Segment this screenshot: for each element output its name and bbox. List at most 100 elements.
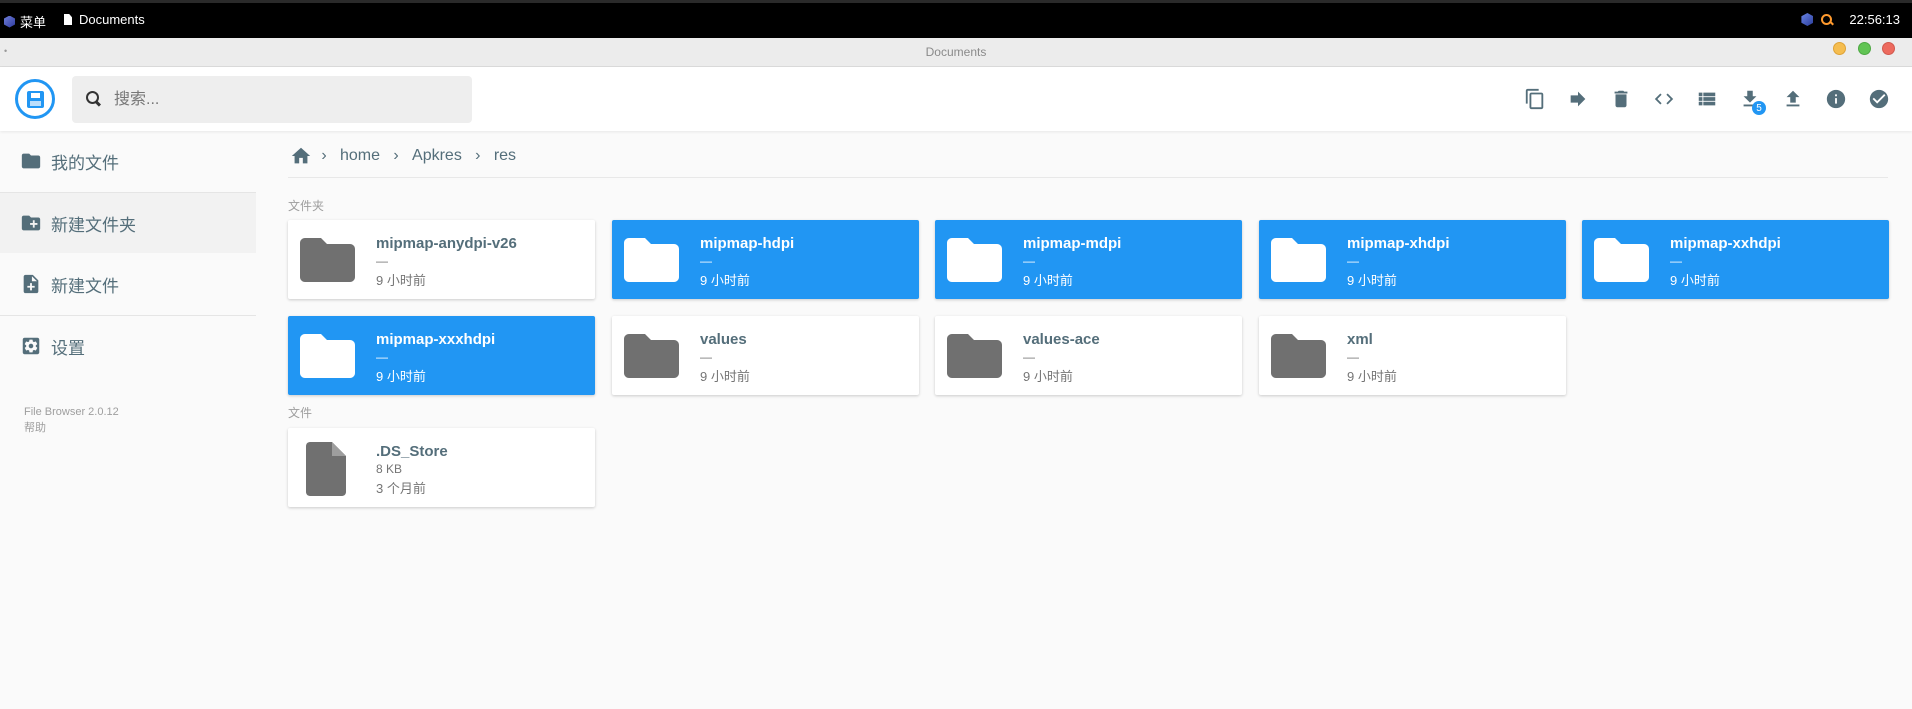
item-modified: 9 小时前 bbox=[700, 273, 750, 288]
view-mode-button[interactable] bbox=[1692, 84, 1722, 114]
maximize-button[interactable] bbox=[1858, 42, 1871, 55]
minimize-button[interactable] bbox=[1833, 42, 1846, 55]
sidebar-item-label: 新建文件 bbox=[51, 276, 119, 296]
folder-icon bbox=[624, 236, 679, 282]
folder-item[interactable]: mipmap-xxxhdpi — 9 小时前 bbox=[288, 316, 595, 395]
app-menu-icon bbox=[4, 15, 15, 28]
file-icon bbox=[306, 442, 350, 496]
breadcrumb-divider bbox=[288, 177, 1888, 178]
note-add-icon bbox=[20, 273, 42, 295]
download-button[interactable]: 5 bbox=[1735, 84, 1766, 115]
chevron-right-icon: › bbox=[393, 147, 399, 164]
sidebar-item-label: 设置 bbox=[51, 338, 85, 358]
select-button[interactable] bbox=[1864, 84, 1894, 114]
item-modified: 9 小时前 bbox=[376, 369, 426, 384]
window-titlebar: • Documents bbox=[0, 38, 1912, 67]
item-modified: 9 小时前 bbox=[1347, 273, 1397, 288]
sidebar-item-new-folder[interactable]: 新建文件夹 bbox=[0, 193, 256, 253]
item-modified: 9 小时前 bbox=[1347, 369, 1397, 384]
item-name: .DS_Store bbox=[376, 443, 448, 460]
folder-item[interactable]: xml — 9 小时前 bbox=[1259, 316, 1566, 395]
floppy-disk-icon bbox=[27, 91, 44, 108]
item-size: — bbox=[376, 350, 388, 364]
upload-button[interactable] bbox=[1778, 84, 1808, 114]
breadcrumb-item[interactable]: Apkres bbox=[408, 147, 466, 165]
item-modified: 9 小时前 bbox=[1670, 273, 1720, 288]
breadcrumb-item[interactable]: home bbox=[336, 147, 384, 165]
create-new-folder-icon bbox=[20, 212, 42, 234]
sidebar-footer: File Browser 2.0.12 帮助 bbox=[24, 404, 119, 436]
folder-item[interactable]: mipmap-anydpi-v26 — 9 小时前 bbox=[288, 220, 595, 299]
search-bar[interactable] bbox=[72, 76, 472, 123]
folder-icon bbox=[947, 236, 1002, 282]
copy-icon bbox=[1525, 88, 1544, 110]
item-name: xml bbox=[1347, 331, 1373, 348]
download-count-badge: 5 bbox=[1752, 101, 1766, 115]
folder-item[interactable]: mipmap-xxhdpi — 9 小时前 bbox=[1582, 220, 1889, 299]
item-modified: 9 小时前 bbox=[700, 369, 750, 384]
embed-button[interactable] bbox=[1649, 84, 1679, 114]
folder-item[interactable]: values-ace — 9 小时前 bbox=[935, 316, 1242, 395]
code-icon bbox=[1654, 93, 1674, 105]
sidebar-item-new-file[interactable]: 新建文件 bbox=[0, 254, 256, 314]
document-icon bbox=[64, 14, 72, 25]
search-input[interactable] bbox=[114, 76, 454, 123]
item-name: values-ace bbox=[1023, 331, 1100, 348]
app-version: File Browser 2.0.12 bbox=[24, 406, 119, 418]
folder-item[interactable]: mipmap-xhdpi — 9 小时前 bbox=[1259, 220, 1566, 299]
info-icon bbox=[1826, 89, 1846, 109]
item-size: — bbox=[700, 254, 712, 268]
sidebar: 我的文件 新建文件夹 新建文件 设置 File Browser 2.0.12 帮… bbox=[0, 131, 256, 709]
sidebar-item-label: 新建文件夹 bbox=[51, 215, 136, 235]
breadcrumb: › home › Apkres › res bbox=[290, 143, 520, 169]
close-window-button[interactable] bbox=[1882, 42, 1895, 55]
folder-item[interactable]: values — 9 小时前 bbox=[612, 316, 919, 395]
item-name: values bbox=[700, 331, 747, 348]
files-section-label: 文件 bbox=[288, 406, 313, 420]
item-size: — bbox=[1347, 350, 1359, 364]
folder-icon bbox=[1271, 236, 1326, 282]
sidebar-item-settings[interactable]: 设置 bbox=[0, 316, 256, 376]
item-modified: 9 小时前 bbox=[1023, 369, 1073, 384]
trash-icon bbox=[1614, 90, 1628, 108]
item-name: mipmap-anydpi-v26 bbox=[376, 235, 517, 252]
folder-icon bbox=[1594, 236, 1649, 282]
help-link[interactable]: 帮助 bbox=[24, 420, 119, 436]
start-menu-button[interactable]: 菜单 bbox=[4, 12, 46, 31]
forward-arrow-icon bbox=[1570, 91, 1586, 107]
home-icon[interactable] bbox=[290, 145, 312, 167]
breadcrumb-item[interactable]: res bbox=[490, 147, 520, 165]
folder-icon bbox=[624, 332, 679, 378]
settings-icon bbox=[20, 335, 42, 357]
move-button[interactable] bbox=[1563, 84, 1593, 114]
item-size: — bbox=[1670, 254, 1682, 268]
window-title: Documents bbox=[925, 45, 987, 59]
chevron-right-icon: › bbox=[321, 147, 327, 164]
folder-icon bbox=[20, 150, 42, 172]
item-name: mipmap-xhdpi bbox=[1347, 235, 1450, 252]
tray-search-icon[interactable] bbox=[1821, 13, 1833, 26]
item-size: — bbox=[1347, 254, 1359, 268]
view-list-icon bbox=[1698, 92, 1716, 106]
app-logo[interactable] bbox=[15, 79, 55, 119]
item-name: mipmap-hdpi bbox=[700, 235, 795, 252]
taskbar-window-button[interactable]: Documents bbox=[64, 12, 145, 27]
sidebar-item-my-files[interactable]: 我的文件 bbox=[0, 131, 256, 191]
item-modified: 9 小时前 bbox=[1023, 273, 1073, 288]
folder-icon bbox=[1271, 332, 1326, 378]
item-size: — bbox=[700, 350, 712, 364]
folder-icon bbox=[300, 236, 355, 282]
file-item[interactable]: .DS_Store 8 KB 3 个月前 bbox=[288, 428, 595, 507]
folder-icon bbox=[947, 332, 1002, 378]
item-size: — bbox=[1023, 350, 1035, 364]
info-button[interactable] bbox=[1821, 84, 1851, 114]
folder-icon bbox=[300, 332, 355, 378]
start-menu-label: 菜单 bbox=[20, 15, 47, 30]
delete-button[interactable] bbox=[1606, 84, 1636, 114]
item-name: mipmap-xxxhdpi bbox=[376, 331, 496, 348]
folder-item[interactable]: mipmap-mdpi — 9 小时前 bbox=[935, 220, 1242, 299]
system-taskbar: 菜单 Documents 22:56:13 bbox=[0, 0, 1912, 38]
tray-app-icon[interactable] bbox=[1801, 13, 1814, 26]
copy-button[interactable] bbox=[1520, 84, 1550, 114]
folder-item[interactable]: mipmap-hdpi — 9 小时前 bbox=[612, 220, 919, 299]
